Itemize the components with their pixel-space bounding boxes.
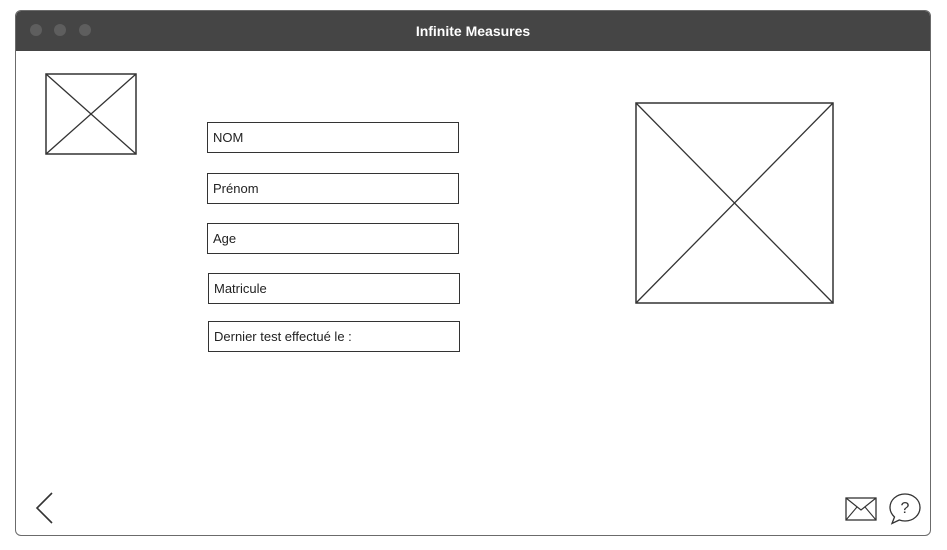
field-age[interactable]: Age <box>207 223 459 254</box>
field-nom[interactable]: NOM <box>207 122 459 153</box>
envelope-icon[interactable] <box>845 497 877 521</box>
window-title: Infinite Measures <box>415 23 531 39</box>
svg-text:?: ? <box>901 500 910 517</box>
field-matricule[interactable]: Matricule <box>208 273 460 304</box>
profile-photo-placeholder <box>635 102 834 304</box>
logo-image-placeholder <box>45 73 137 155</box>
back-chevron-icon[interactable] <box>34 491 56 525</box>
field-prenom[interactable]: Prénom <box>207 173 459 204</box>
field-dernier-test[interactable]: Dernier test effectué le : <box>208 321 460 352</box>
app-window: Infinite Measures NOM Prénom Age Matricu… <box>15 10 931 536</box>
title-bar: Infinite Measures <box>16 11 930 51</box>
help-question-icon[interactable]: ? <box>888 492 922 526</box>
